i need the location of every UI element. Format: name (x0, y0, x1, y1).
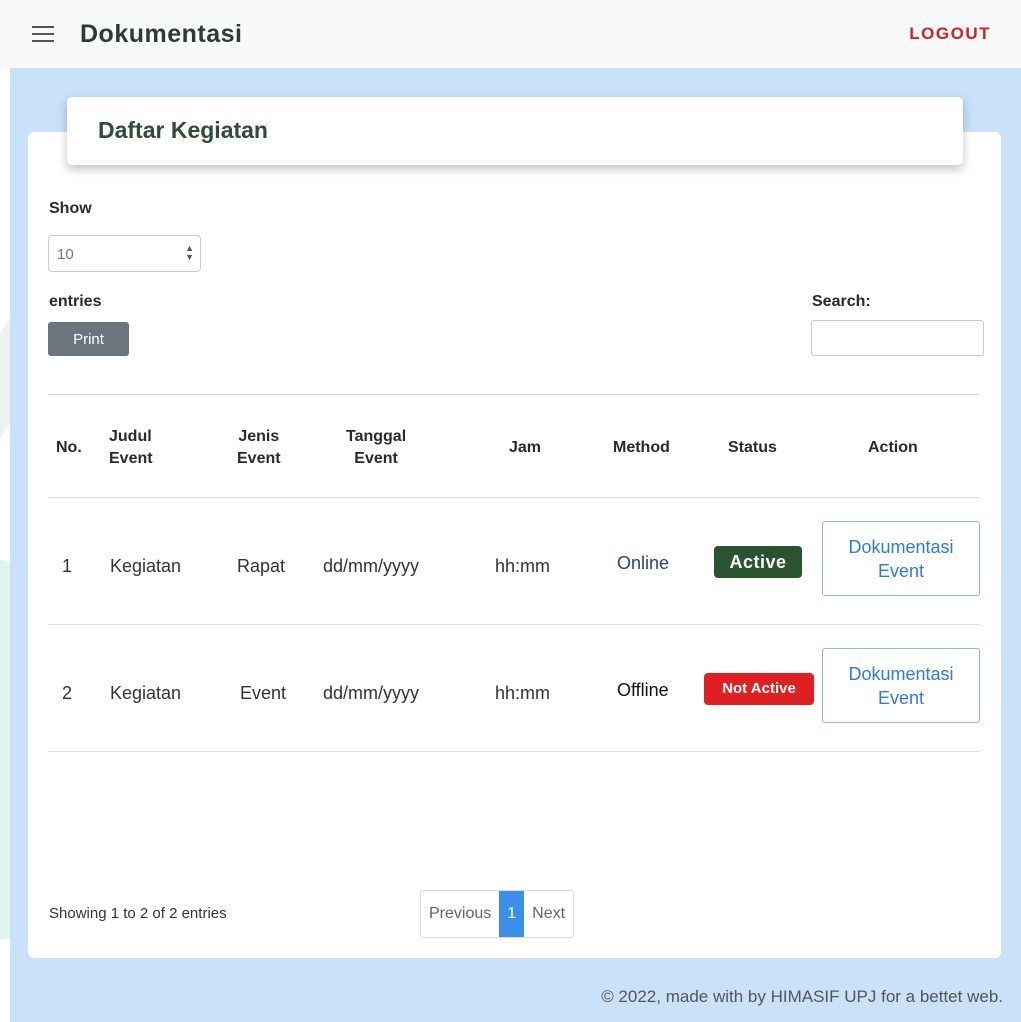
button-label-line2: Event (877, 688, 925, 708)
search-input[interactable] (811, 320, 984, 356)
cell-jenis: Rapat (237, 556, 286, 576)
column-header-tanggal-line1: Tanggal (346, 428, 407, 445)
status-badge: Active (714, 546, 802, 578)
button-label-line2: Event (877, 561, 925, 581)
search-label: Search: (812, 293, 871, 310)
pagination: Previous 1 Next (420, 890, 575, 938)
column-header-method[interactable]: Method (613, 437, 670, 459)
cell-judul: Kegiatan (110, 683, 182, 703)
column-header-judul-line2: Event (109, 450, 153, 467)
entries-label: entries (49, 293, 102, 310)
column-header-judul[interactable]: Judul Event (109, 426, 153, 470)
column-header-no[interactable]: No. (56, 437, 82, 459)
column-header-jenis-line1: Jenis (238, 428, 280, 445)
entries-length-value: 10 (57, 246, 74, 263)
table-divider (48, 751, 980, 752)
column-header-jenis-line2: Event (237, 450, 281, 467)
button-label-line1: Dokumentasi (848, 537, 954, 557)
cell-method: Offline (617, 680, 669, 700)
column-header-jam[interactable]: Jam (509, 437, 541, 459)
cell-method: Online (617, 553, 670, 573)
button-label-line1: Dokumentasi (848, 664, 954, 684)
hamburger-menu-icon[interactable] (32, 26, 54, 44)
show-label: Show (49, 200, 92, 217)
cell-judul: Kegiatan (110, 556, 182, 576)
dokumentasi-event-button[interactable]: Dokumentasi Event (822, 521, 980, 596)
print-button[interactable]: Print (48, 322, 129, 356)
column-header-status[interactable]: Status (728, 437, 777, 459)
card-title: Daftar Kegiatan (98, 117, 268, 143)
cell-jenis: Event (240, 683, 287, 703)
footer-copyright: © 2022, made with by HIMASIF UPJ for a b… (601, 987, 1003, 1006)
cell-jam: hh:mm (495, 556, 551, 576)
dokumentasi-event-button[interactable]: Dokumentasi Event (822, 648, 980, 723)
column-header-tanggal-line2: Event (354, 450, 398, 467)
table-divider (48, 624, 980, 625)
table-info: Showing 1 to 2 of 2 entries (49, 905, 227, 922)
column-header-judul-line1: Judul (109, 428, 152, 445)
entries-length-select[interactable]: 10 ▲ ▼ (48, 235, 201, 272)
pagination-previous[interactable]: Previous (421, 905, 499, 923)
table-divider (48, 497, 980, 498)
column-header-jenis[interactable]: Jenis Event (237, 426, 281, 470)
card-header: Daftar Kegiatan (67, 97, 963, 165)
cell-jam: hh:mm (495, 683, 551, 703)
status-badge: Not Active (704, 673, 814, 705)
table-divider (48, 394, 980, 395)
pagination-page-1[interactable]: 1 (499, 891, 525, 937)
logout-button[interactable]: LOGOUT (909, 24, 991, 44)
column-header-tanggal[interactable]: Tanggal Event (346, 426, 406, 470)
cell-no: 2 (62, 683, 73, 703)
cell-no: 1 (62, 556, 73, 576)
app-title: Dokumentasi (80, 20, 243, 48)
select-arrows-icon: ▲ ▼ (185, 243, 194, 262)
pagination-next[interactable]: Next (524, 905, 573, 923)
cell-tanggal: dd/mm/yyyy (323, 683, 420, 703)
top-navbar: Dokumentasi LOGOUT (0, 0, 1021, 68)
column-header-action[interactable]: Action (868, 437, 918, 459)
cell-tanggal: dd/mm/yyyy (323, 556, 420, 576)
